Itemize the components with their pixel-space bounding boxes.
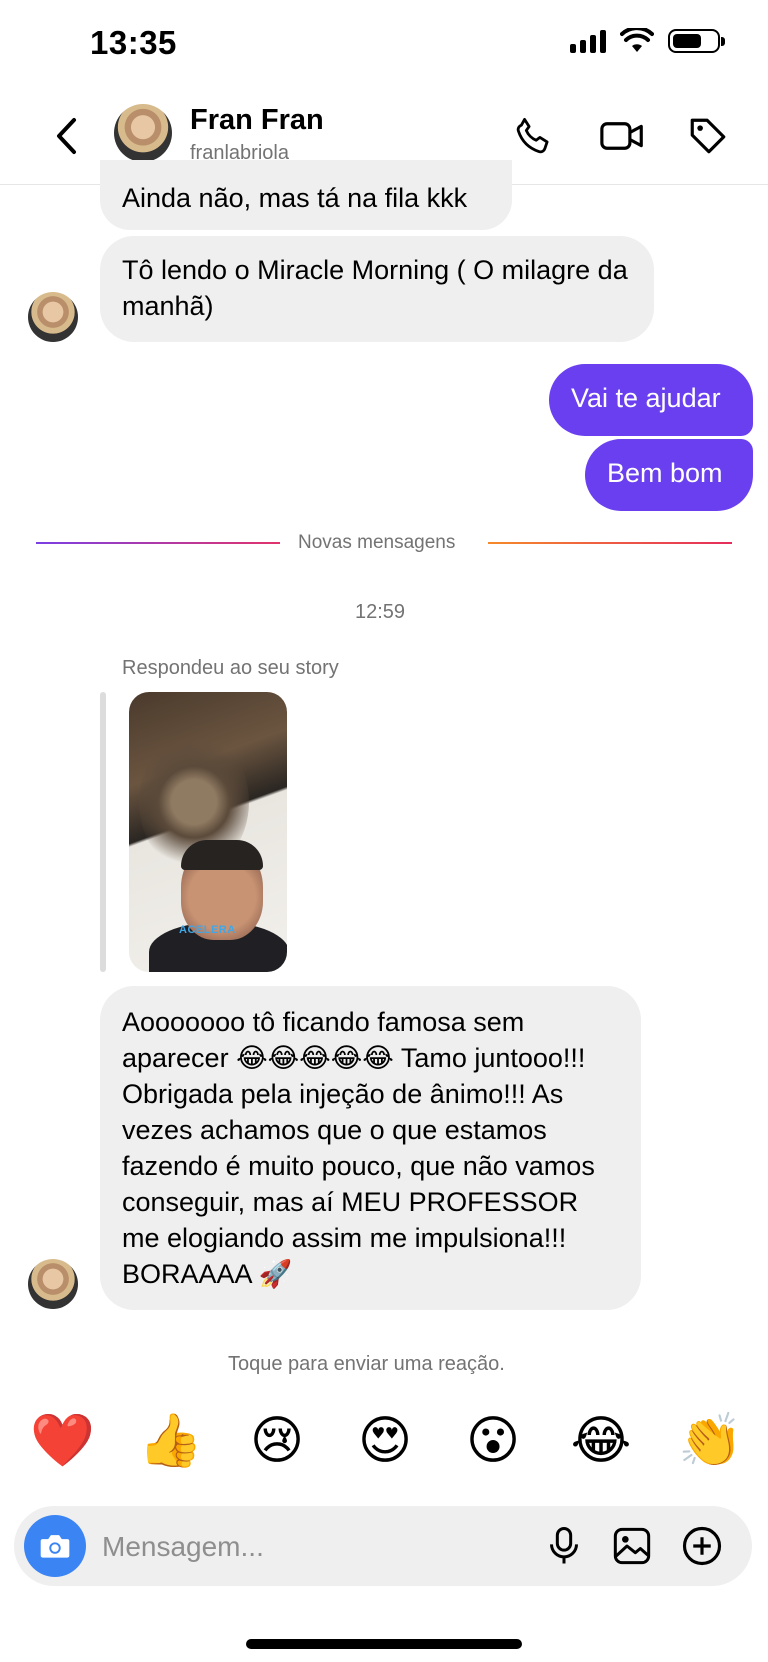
add-icon[interactable] (678, 1522, 726, 1570)
message-incoming[interactable]: Aooooooo tô ficando famosa sem aparecer … (100, 986, 641, 1310)
story-thumbnail[interactable]: ACELERA (129, 692, 287, 972)
home-indicator[interactable] (246, 1639, 522, 1649)
gallery-icon[interactable] (608, 1522, 656, 1570)
avatar[interactable] (28, 292, 78, 342)
laughing-reaction[interactable]: 😂 (570, 1410, 632, 1472)
reaction-hint: Toque para enviar uma reação. (228, 1353, 505, 1375)
heart-reaction[interactable]: ❤️ (30, 1410, 95, 1472)
message-outgoing[interactable]: Bem bom (585, 439, 753, 511)
phone-icon[interactable] (510, 112, 558, 160)
avatar[interactable] (28, 1259, 78, 1309)
back-icon[interactable] (44, 112, 88, 160)
divider-line (36, 542, 280, 544)
wifi-icon (620, 28, 654, 52)
heart-eyes-reaction[interactable]: 😍 (354, 1410, 416, 1472)
story-caption: ACELERA (179, 924, 236, 936)
clapping-reaction[interactable]: 👏 (678, 1410, 743, 1472)
avatar[interactable] (114, 104, 172, 162)
tag-icon[interactable] (684, 112, 732, 160)
message-incoming[interactable]: Tô lendo o Miracle Morning ( O milagre d… (100, 236, 654, 342)
camera-icon[interactable] (24, 1515, 86, 1577)
divider-line (488, 542, 732, 544)
contact-name[interactable]: Fran Fran (190, 104, 324, 137)
surprised-reaction[interactable]: 😮 (462, 1410, 524, 1472)
timestamp: 12:59 (355, 601, 406, 623)
new-messages-divider: Novas mensagens (298, 532, 456, 553)
signal-icon (570, 29, 606, 53)
message-incoming[interactable]: Ainda não, mas tá na fila kkk (100, 160, 512, 230)
message-composer (14, 1506, 752, 1586)
microphone-icon[interactable] (540, 1522, 588, 1570)
battery-icon (668, 29, 725, 53)
thumbs-up-reaction[interactable]: 👍 (138, 1410, 203, 1472)
message-outgoing[interactable]: Vai te ajudar (549, 364, 753, 436)
status-icons (570, 28, 725, 54)
story-reply-label: Respondeu ao seu story (122, 657, 339, 679)
message-input[interactable] (100, 1520, 524, 1574)
reaction-bar: ❤️ 👍 😢 😍 😮 😂 👏 (30, 1410, 743, 1472)
video-icon[interactable] (598, 112, 646, 160)
crying-reaction[interactable]: 😢 (246, 1410, 308, 1472)
reply-bar (100, 692, 106, 972)
status-time: 13:35 (90, 24, 177, 61)
